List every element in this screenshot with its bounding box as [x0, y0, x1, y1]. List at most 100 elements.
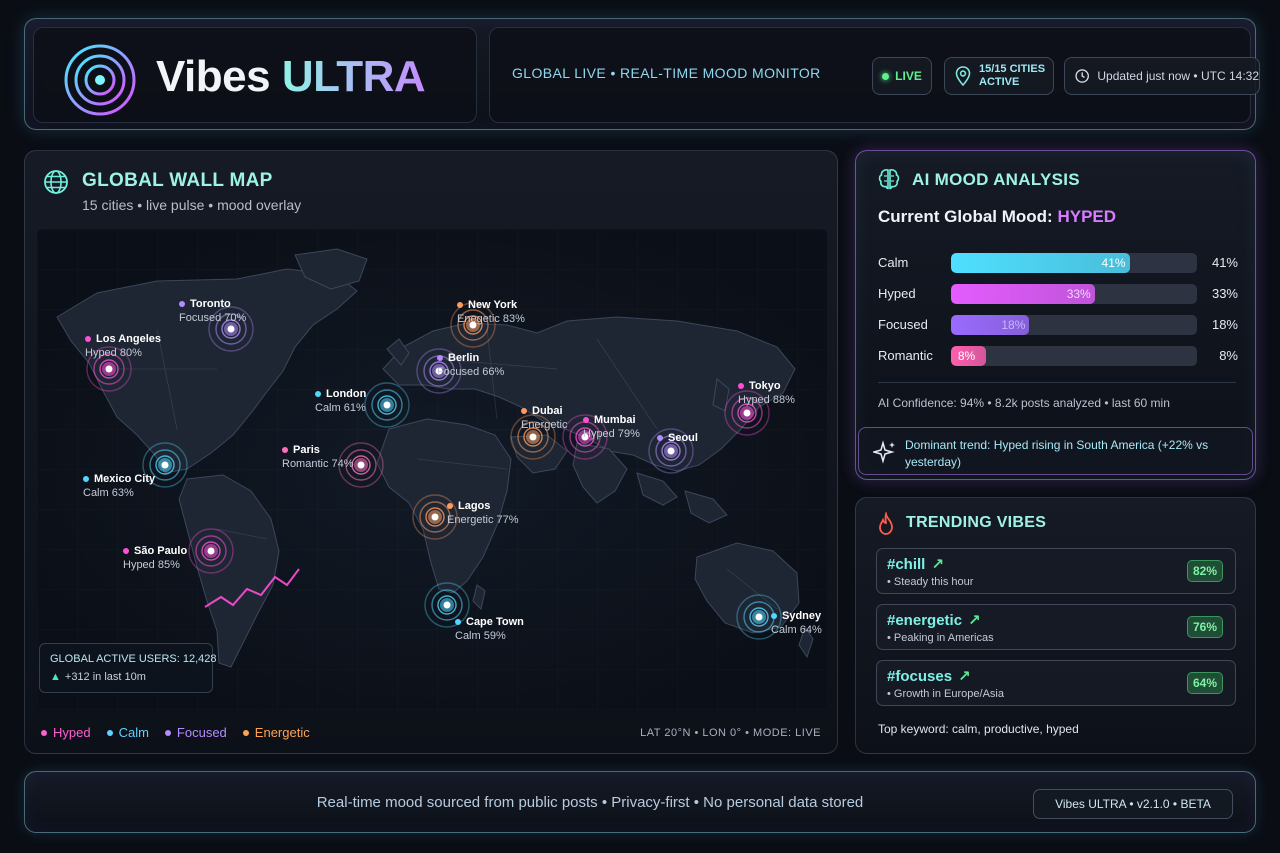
city-name: New York	[457, 298, 525, 312]
city-label-toronto[interactable]: Toronto Focused 70%	[179, 297, 246, 325]
live-dot-icon	[882, 72, 890, 80]
mood-bar-inner-value: 18%	[1001, 318, 1026, 332]
ai-panel-title: AI MOOD ANALYSIS	[912, 170, 1080, 189]
city-name: São Paulo	[123, 544, 187, 558]
legend-item-focused[interactable]: Focused	[164, 725, 227, 740]
city-mood: Hyped 88%	[738, 393, 795, 407]
city-dot-icon	[738, 383, 744, 390]
legend-item-calm[interactable]: Calm	[106, 725, 149, 740]
mood-bar-romantic: Romantic 8% 8%	[878, 346, 1238, 366]
city-mood-pct: 77%	[496, 514, 519, 526]
city-marker[interactable]	[431, 513, 439, 521]
city-name: Seoul	[657, 431, 698, 445]
map-coordinates: LAT 20°N • LON 0° • MODE: LIVE	[640, 727, 821, 739]
city-dot-icon	[447, 503, 453, 510]
city-marker[interactable]	[755, 613, 763, 621]
brain-icon	[878, 169, 900, 190]
active-users-delta-text: +312 in last 10m	[64, 671, 146, 683]
mood-bar-inner-value: 41%	[1101, 256, 1126, 270]
city-label-mumbai[interactable]: Mumbai Hyped 79%	[583, 413, 640, 441]
city-mood: Energetic 77%	[447, 513, 519, 527]
city-marker[interactable]	[383, 401, 391, 409]
city-mood: Enegetic 83%	[457, 312, 525, 326]
map-subtitle: 15 cities • live pulse • mood overlay	[82, 197, 302, 213]
app-title: Vibes ULTRA	[156, 52, 426, 102]
divider	[878, 382, 1236, 383]
city-label-sydney[interactable]: Sydney Calm 64%	[771, 609, 822, 637]
trending-item-energetic[interactable]: #energetic ↗ • Peaking in Americas 76%	[876, 604, 1236, 650]
current-mood-value: HYPED	[1057, 207, 1117, 226]
city-mood: Calm 64%	[771, 623, 822, 637]
trending-score-badge: 76%	[1187, 616, 1223, 638]
top-keyword: Top keyword: calm, productive, hyped	[878, 722, 1079, 736]
mood-bar-value: 33%	[1211, 286, 1238, 301]
broadcast-logo-icon	[64, 44, 136, 116]
city-name: London	[315, 387, 366, 401]
trending-tag: #energetic ↗	[887, 611, 981, 629]
city-marker[interactable]	[227, 325, 235, 333]
city-mood-pct: 85%	[157, 559, 180, 571]
city-label-paris[interactable]: Paris Romantic 74%	[282, 443, 354, 471]
city-label-berlin[interactable]: Berlin Focused 66%	[437, 351, 504, 379]
trending-score-badge: 64%	[1187, 672, 1223, 694]
city-label-seoul[interactable]: Seoul	[657, 431, 698, 445]
mood-bar-value: 8%	[1219, 348, 1238, 363]
city-mood-pct: 63%	[111, 487, 134, 499]
legend-label: Energetic	[254, 725, 310, 740]
version-badge[interactable]: Vibes ULTRA • v2.1.0 • BETA	[1033, 789, 1233, 819]
global-wall-map-panel: GLOBAL WALL MAP 15 cities • live pulse •…	[24, 150, 838, 754]
city-marker[interactable]	[357, 461, 365, 469]
city-mood-pct: 61%	[343, 402, 366, 414]
city-mood-word: Calm	[83, 487, 109, 499]
city-label-cape-town[interactable]: Cape Town Calm 59%	[455, 615, 524, 643]
city-marker[interactable]	[161, 461, 169, 469]
city-name: Toronto	[179, 297, 246, 311]
header-subtitle: GLOBAL LIVE • REAL-TIME MOOD MONITOR	[512, 65, 821, 81]
city-mood-word: Hyped	[583, 428, 615, 440]
city-dot-icon	[85, 336, 91, 343]
legend-label: Hyped	[53, 725, 91, 740]
city-label-london[interactable]: London Calm 61%	[315, 387, 366, 415]
dominant-trend-box[interactable]: Dominant trend: Hyped rising in South Am…	[858, 427, 1253, 475]
city-mood: Calm 63%	[83, 486, 155, 500]
mood-bar-track: 18%	[951, 315, 1197, 335]
mood-bar-value: 41%	[1211, 255, 1238, 270]
active-users-delta: ▲ +312 in last 10m	[50, 671, 202, 683]
clock-icon	[1075, 69, 1089, 83]
city-marker[interactable]	[105, 365, 113, 373]
city-label-los-angeles[interactable]: Los Angeles Hyped 80%	[85, 332, 161, 360]
legend-dot-icon	[106, 729, 113, 736]
world-map[interactable]: Toronto Focused 70% New York Enegetic 83…	[37, 229, 827, 711]
legend-dot-icon	[41, 729, 47, 736]
city-label-lagos[interactable]: Lagos Energetic 77%	[447, 499, 519, 527]
trending-item-focuses[interactable]: #focuses ↗ • Growth in Europe/Asia 64%	[876, 660, 1236, 706]
city-marker[interactable]	[667, 447, 675, 455]
footer-bar: Real-time mood sourced from public posts…	[24, 771, 1256, 833]
city-marker[interactable]	[443, 601, 451, 609]
city-label-mexico-city[interactable]: Mexico City Calm 63%	[83, 472, 155, 500]
city-label-tokyo[interactable]: Tokyo Hyped 88%	[738, 379, 795, 407]
legend-item-hyped[interactable]: Hyped	[41, 725, 91, 740]
cities-active-badge[interactable]: 15/15 CITIES ACTIVE	[944, 57, 1054, 95]
legend-label: Focused	[176, 725, 227, 740]
city-marker[interactable]	[529, 433, 537, 441]
live-label: LIVE	[895, 69, 922, 83]
city-label-sao-paulo[interactable]: São Paulo Hyped 85%	[123, 544, 187, 572]
city-label-new-york[interactable]: New York Enegetic 83%	[457, 298, 525, 326]
city-dot-icon	[657, 435, 663, 442]
city-mood-word: Calm	[455, 630, 481, 642]
trending-item-chill[interactable]: #chill ↗ • Steady this hour 82%	[876, 548, 1236, 594]
city-dot-icon	[437, 355, 443, 362]
trending-desc: • Growth in Europe/Asia	[887, 688, 1004, 700]
logo-area: Vibes ULTRA	[33, 27, 477, 123]
city-marker[interactable]	[743, 409, 751, 417]
city-label-dubai[interactable]: Dubai Energetic	[521, 404, 567, 432]
updated-badge[interactable]: Updated just now • UTC 14:32	[1064, 57, 1260, 95]
legend-item-energetic[interactable]: Energetic	[242, 725, 310, 740]
mood-bar-label: Calm	[878, 255, 909, 270]
live-badge[interactable]: LIVE	[872, 57, 932, 95]
city-mood-pct: 70%	[224, 312, 247, 324]
city-marker[interactable]	[207, 547, 215, 555]
city-name: Paris	[282, 443, 354, 457]
city-name: Lagos	[447, 499, 519, 513]
